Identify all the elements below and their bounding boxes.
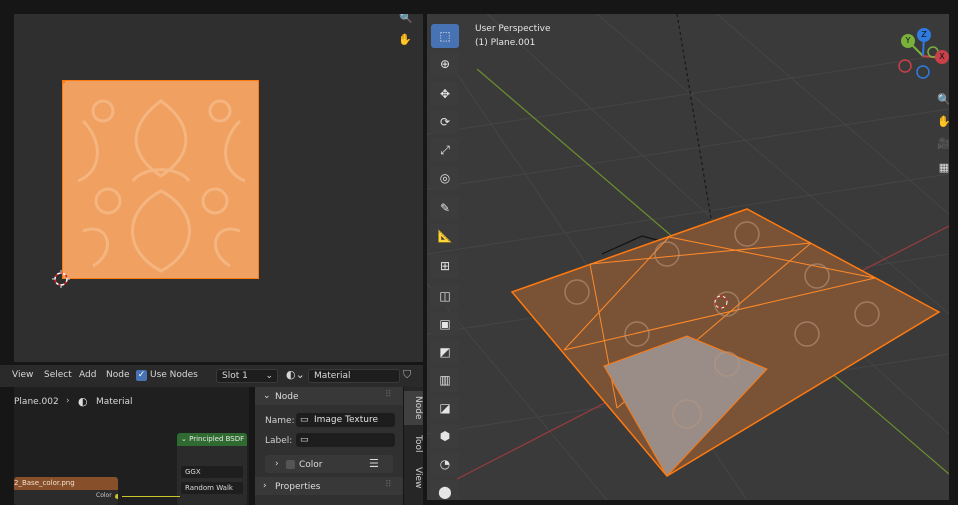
node-link — [122, 496, 180, 497]
2d-cursor-icon[interactable] — [52, 270, 70, 288]
color-section-label: Color — [299, 460, 323, 470]
properties-section-label: Properties — [275, 482, 321, 492]
smooth-tool-icon[interactable]: ⬤ — [431, 480, 459, 500]
material-sphere-icon[interactable]: ◐⌄ — [286, 368, 305, 381]
menu-view[interactable]: View — [12, 370, 33, 380]
camera-icon[interactable]: 🎥 — [935, 134, 949, 152]
grid-icon[interactable]: ▦ — [935, 158, 949, 176]
extrude-tool-icon[interactable]: ◫ — [431, 284, 459, 308]
hand-icon[interactable]: ✋ — [396, 30, 414, 48]
name-label: Name: — [265, 416, 295, 426]
3d-viewport[interactable]: User Perspective (1) Plane.001 Y Z X 🔍 ✋… — [427, 14, 949, 500]
material-icon: ◐ — [78, 395, 88, 408]
viewport-object-label: (1) Plane.001 — [475, 38, 536, 48]
uv-texture-pattern — [63, 81, 258, 278]
name-field[interactable]: ▭ Image Texture — [296, 413, 395, 427]
fake-user-shield-icon[interactable]: ⛉ — [403, 368, 411, 382]
node-icon: ▭ — [300, 415, 309, 425]
tab-node[interactable]: Node — [404, 391, 423, 425]
material-name-value: Material — [314, 371, 351, 381]
select-box-tool-icon[interactable]: ⬚ — [431, 24, 459, 48]
color-checkbox[interactable] — [286, 460, 295, 469]
move-tool-icon[interactable]: ✥ — [431, 82, 459, 106]
uv-editor[interactable]: 🔍 ✋ — [14, 14, 423, 362]
viewport-scene — [427, 14, 949, 500]
node-panel-header[interactable]: ⌄ Node ⠿ — [255, 387, 403, 405]
loop-cut-tool-icon[interactable]: ▥ — [431, 368, 459, 392]
breadcrumb-separator-icon: › — [66, 396, 70, 406]
list-icon[interactable]: ☰ — [369, 457, 379, 470]
spin-tool-icon[interactable]: ◔ — [431, 452, 459, 476]
viewport-toolbar: ⬚ ⊕ ✥ ⟳ ⤢ ◎ ✎ 📐 ⊞ ◫ ▣ ◩ ▥ ◪ ⬢ ◔ ⬤ — [431, 24, 459, 500]
menu-node[interactable]: Node — [106, 370, 130, 380]
sidebar-tabs: Node Tool View — [404, 387, 423, 505]
tab-view[interactable]: View — [404, 463, 423, 493]
chevron-down-icon: ⌄ — [263, 391, 271, 401]
gizmo-y-axis[interactable]: Y — [901, 34, 915, 48]
bevel-tool-icon[interactable]: ◩ — [431, 340, 459, 364]
annotate-tool-icon[interactable]: ✎ — [431, 196, 459, 220]
transform-tool-icon[interactable]: ◎ — [431, 166, 459, 190]
add-cube-tool-icon[interactable]: ⊞ — [431, 254, 459, 278]
chevron-down-icon: ⌄ — [181, 435, 187, 443]
distribution-dropdown[interactable]: GGX — [181, 466, 243, 478]
image-texture-node-title: 2_Base_color.png — [14, 477, 118, 490]
knife-tool-icon[interactable]: ◪ — [431, 396, 459, 420]
slot-value: Slot 1 — [222, 371, 248, 381]
node-icon: ▭ — [300, 435, 309, 445]
uv-texture-square[interactable] — [62, 80, 259, 279]
label-label: Label: — [265, 436, 293, 446]
rotate-tool-icon[interactable]: ⟳ — [431, 110, 459, 134]
label-field[interactable]: ▭ — [296, 433, 395, 447]
chevron-right-icon: › — [275, 459, 279, 469]
principled-bsdf-node[interactable]: ⌄ Principled BSDF GGX Random Walk — [177, 433, 247, 505]
drag-handle-icon[interactable]: ⠿ — [385, 480, 392, 490]
navigation-gizmo[interactable]: Y Z X — [897, 28, 949, 84]
breadcrumb-object[interactable]: Plane.002 — [14, 397, 59, 407]
gizmo-z-axis[interactable]: Z — [917, 28, 931, 42]
use-nodes-label: Use Nodes — [150, 370, 198, 380]
material-name-field[interactable]: Material — [308, 369, 400, 383]
magnifier-plus-icon[interactable]: 🔍 — [397, 14, 415, 26]
use-nodes-checkbox[interactable]: ✓ — [136, 370, 147, 381]
subsurface-method-dropdown[interactable]: Random Walk — [181, 482, 243, 494]
gizmo-x-axis[interactable]: X — [935, 50, 949, 64]
zoom-icon[interactable]: 🔍 — [935, 90, 949, 108]
menu-select[interactable]: Select — [44, 370, 72, 380]
slot-dropdown[interactable]: Slot 1 ⌄ — [216, 369, 278, 383]
color-socket-label: Color — [96, 492, 112, 499]
drag-handle-icon[interactable]: ⠿ — [385, 390, 392, 400]
chevron-down-icon: ⌄ — [265, 371, 273, 381]
menu-add[interactable]: Add — [79, 370, 96, 380]
node-editor-header: View Select Add Node ✓ Use Nodes Slot 1 … — [0, 365, 423, 387]
properties-section[interactable]: › Properties ⠿ — [255, 477, 403, 495]
hand-icon[interactable]: ✋ — [935, 112, 949, 130]
breadcrumb-material[interactable]: Material — [96, 397, 133, 407]
tab-tool[interactable]: Tool — [404, 429, 423, 459]
poly-build-tool-icon[interactable]: ⬢ — [431, 424, 459, 448]
chevron-right-icon: › — [263, 481, 267, 491]
node-sidebar-panel: ⌄ Node ⠿ Name: ▭ Image Texture Label: ▭ … — [255, 387, 403, 505]
color-section[interactable]: › Color ☰ — [265, 455, 393, 473]
measure-tool-icon[interactable]: 📐 — [431, 224, 459, 248]
cursor-tool-icon[interactable]: ⊕ — [431, 52, 459, 76]
node-editor-canvas[interactable]: Plane.002 › ◐ Material ⌄ Principled BSDF… — [14, 387, 249, 505]
name-value: Image Texture — [314, 415, 378, 425]
node-panel-title: Node — [275, 392, 299, 402]
scale-tool-icon[interactable]: ⤢ — [431, 138, 459, 162]
principled-bsdf-title: Principled BSDF — [189, 435, 245, 443]
color-output-socket[interactable] — [115, 494, 118, 499]
image-texture-node[interactable]: 2_Base_color.png Color — [14, 477, 118, 505]
inset-tool-icon[interactable]: ▣ — [431, 312, 459, 336]
viewport-perspective-label: User Perspective — [475, 24, 551, 34]
